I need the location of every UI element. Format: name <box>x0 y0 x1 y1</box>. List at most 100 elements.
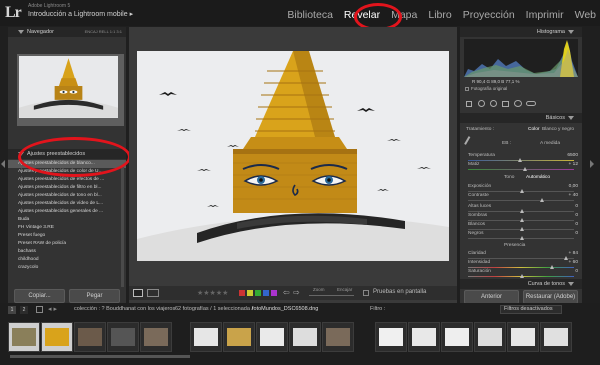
next-arrow-icon[interactable]: ⇨ <box>293 288 300 297</box>
wb-eyedropper-icon[interactable] <box>464 136 474 147</box>
preset-item[interactable]: Ajustes preestablecidos de tono en bl... <box>8 192 126 200</box>
filmstrip-thumb[interactable] <box>223 322 255 352</box>
tone-curve-header[interactable]: Curva de tonos <box>460 279 582 289</box>
tint-slider[interactable] <box>468 167 574 171</box>
filmstrip-scrollbar[interactable] <box>10 355 190 358</box>
page-2-button[interactable]: 2 <box>20 306 28 314</box>
filmstrip-thumb[interactable] <box>375 322 407 352</box>
graduated-filter-icon[interactable] <box>502 101 509 107</box>
zoom-slider[interactable] <box>309 295 354 296</box>
right-panel-toggle-icon[interactable] <box>590 160 594 168</box>
contrast-slider[interactable] <box>468 198 574 202</box>
brush-tool-icon[interactable] <box>526 101 536 106</box>
current-filename[interactable]: fotoMundos_DSC6508.dng <box>252 306 318 312</box>
filmstrip-thumb[interactable] <box>441 322 473 352</box>
exposure-value[interactable]: 0,00 <box>569 184 578 189</box>
original-photo-checkbox[interactable] <box>465 87 469 91</box>
shadows-slider[interactable] <box>468 218 574 222</box>
module-imprimir[interactable]: Imprimir <box>526 9 564 25</box>
wb-value[interactable]: A medida <box>540 141 560 146</box>
preset-item[interactable]: Ajustes preestablecidos de vídeo de L... <box>8 200 126 208</box>
clarity-slider[interactable] <box>468 256 574 260</box>
left-scrollbar[interactable] <box>121 167 124 287</box>
module-web[interactable]: Web <box>575 9 596 25</box>
redeye-tool-icon[interactable] <box>490 100 497 107</box>
blacks-value[interactable]: 0 <box>575 231 578 236</box>
main-photo[interactable] <box>137 51 449 261</box>
preset-item[interactable]: childhood <box>8 256 126 264</box>
module-biblioteca[interactable]: Biblioteca <box>287 9 333 25</box>
color-label-blue[interactable] <box>263 290 269 296</box>
whites-slider[interactable] <box>468 227 574 231</box>
treatment-bw-option[interactable]: Blanco y negro <box>542 127 574 132</box>
saturation-slider[interactable] <box>468 274 574 278</box>
radial-filter-icon[interactable] <box>514 100 522 107</box>
preset-item[interactable]: Buda <box>8 216 126 224</box>
catalog-title[interactable]: Introducción a Lightroom mobile ▸ <box>28 10 133 18</box>
tone-auto-button[interactable]: Automático <box>526 175 550 180</box>
color-label-purple[interactable] <box>271 290 277 296</box>
vibrance-value[interactable]: + 60 <box>569 260 578 265</box>
compare-view-icon[interactable] <box>147 289 159 297</box>
color-label-green[interactable] <box>255 290 261 296</box>
page-1-button[interactable]: 1 <box>8 306 16 314</box>
filmstrip-thumb[interactable] <box>8 322 40 352</box>
tint-value[interactable]: + 12 <box>569 162 578 167</box>
basic-header[interactable]: Básicos <box>460 113 582 123</box>
preset-item[interactable]: bachass <box>8 248 126 256</box>
highlights-slider[interactable] <box>468 209 574 213</box>
exposure-slider[interactable] <box>468 189 574 193</box>
rating-stars-icon[interactable]: ★★★★★ <box>197 289 228 297</box>
highlights-value[interactable]: 0 <box>575 204 578 209</box>
filmstrip-thumb[interactable] <box>140 322 172 352</box>
treatment-color-option[interactable]: Color <box>528 127 539 132</box>
preset-item[interactable]: Ajustes preestablecidos de efectos de ..… <box>8 176 126 184</box>
preset-item[interactable]: FH Vintage 3.RE <box>8 224 126 232</box>
filmstrip-thumb[interactable] <box>507 322 539 352</box>
filmstrip-thumb[interactable] <box>540 322 572 352</box>
navigator-header[interactable]: Navegador ENCAJ RELL 1:1 3:1 <box>8 27 126 37</box>
shadows-value[interactable]: 0 <box>575 213 578 218</box>
filmstrip-thumb[interactable] <box>41 322 73 352</box>
filmstrip-thumb[interactable] <box>289 322 321 352</box>
filmstrip-thumb[interactable] <box>474 322 506 352</box>
filmstrip-thumb[interactable] <box>256 322 288 352</box>
filmstrip-thumb[interactable] <box>107 322 139 352</box>
preset-item[interactable]: Preset RAW de policía <box>8 240 126 248</box>
module-proyeccion[interactable]: Proyección <box>463 9 515 25</box>
color-label-red[interactable] <box>239 290 245 296</box>
prev-arrow-icon[interactable]: ⇦ <box>283 288 290 297</box>
left-panel-toggle-icon[interactable] <box>1 160 5 168</box>
filmstrip-thumb[interactable] <box>74 322 106 352</box>
reset-button[interactable]: Restaurar (Adobe) <box>523 290 578 304</box>
color-label-yellow[interactable] <box>247 290 253 296</box>
loupe-view-icon[interactable] <box>133 289 143 297</box>
grid-view-icon[interactable] <box>36 306 43 313</box>
spot-removal-icon[interactable] <box>478 100 485 107</box>
paste-button[interactable]: Pegar <box>69 289 120 303</box>
crop-tool-icon[interactable] <box>466 101 472 107</box>
histogram-chart[interactable] <box>464 39 578 77</box>
contrast-value[interactable]: + 40 <box>569 193 578 198</box>
filmstrip-thumb[interactable] <box>322 322 354 352</box>
module-libro[interactable]: Libro <box>428 9 451 25</box>
clarity-value[interactable]: + 84 <box>569 251 578 256</box>
vibrance-slider[interactable] <box>468 265 574 269</box>
temperature-value[interactable]: 6500 <box>567 153 578 158</box>
previous-button[interactable]: Anterior <box>464 290 519 304</box>
navigator-zoom-options[interactable]: ENCAJ RELL 1:1 3:1 <box>85 27 122 37</box>
preset-item[interactable]: Ajustes preestablecidos de filtro en bl.… <box>8 184 126 192</box>
whites-value[interactable]: 0 <box>575 222 578 227</box>
preset-item[interactable]: Ajustes preestablecidos generales de ... <box>8 208 126 216</box>
histogram-header[interactable]: Histograma <box>460 27 582 37</box>
zoom-value[interactable]: Encajar <box>337 287 352 292</box>
back-arrow-icon[interactable]: ◂ ▸ <box>48 305 57 313</box>
preset-item[interactable]: Preset fuego <box>8 232 126 240</box>
temperature-slider[interactable] <box>468 158 574 162</box>
preset-item[interactable]: crazycolo <box>8 264 126 272</box>
source-label[interactable]: colección : ? Bouddhanat con los viajero… <box>74 306 175 312</box>
blacks-slider[interactable] <box>468 236 574 240</box>
saturation-value[interactable]: 0 <box>575 269 578 274</box>
filter-dropdown[interactable]: Filtros desactivados <box>500 305 562 314</box>
copy-button[interactable]: Copiar... <box>14 289 65 303</box>
